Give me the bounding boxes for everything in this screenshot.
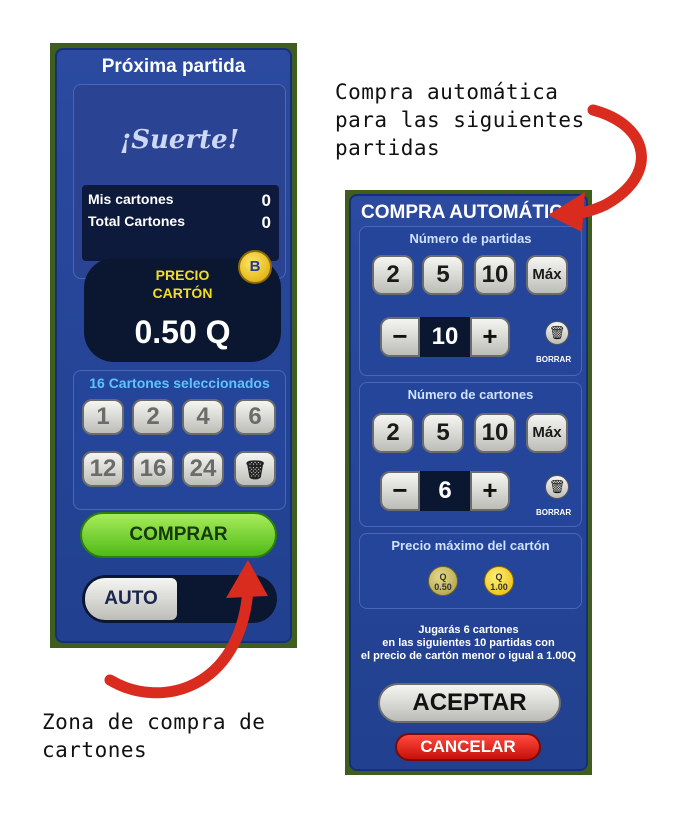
auto-buy-annotation-line3: partidas (335, 136, 441, 160)
arrow-to-auto-buy-head (548, 192, 585, 232)
auto-buy-annotation-line2: para las siguientes (335, 108, 585, 132)
buy-zone-annotation-line2: cartones (42, 738, 148, 762)
arrow-to-buy-zone (104, 584, 254, 699)
buy-zone-annotation-line1: Zona de compra de (42, 710, 266, 734)
auto-buy-annotation-line1: Compra automática (335, 80, 559, 104)
auto-buy-annotation: Compra automática para las siguientes pa… (335, 78, 635, 162)
buy-zone-annotation: Zona de compra de cartones (42, 708, 332, 764)
arrow-to-buy-zone-head (226, 560, 268, 598)
